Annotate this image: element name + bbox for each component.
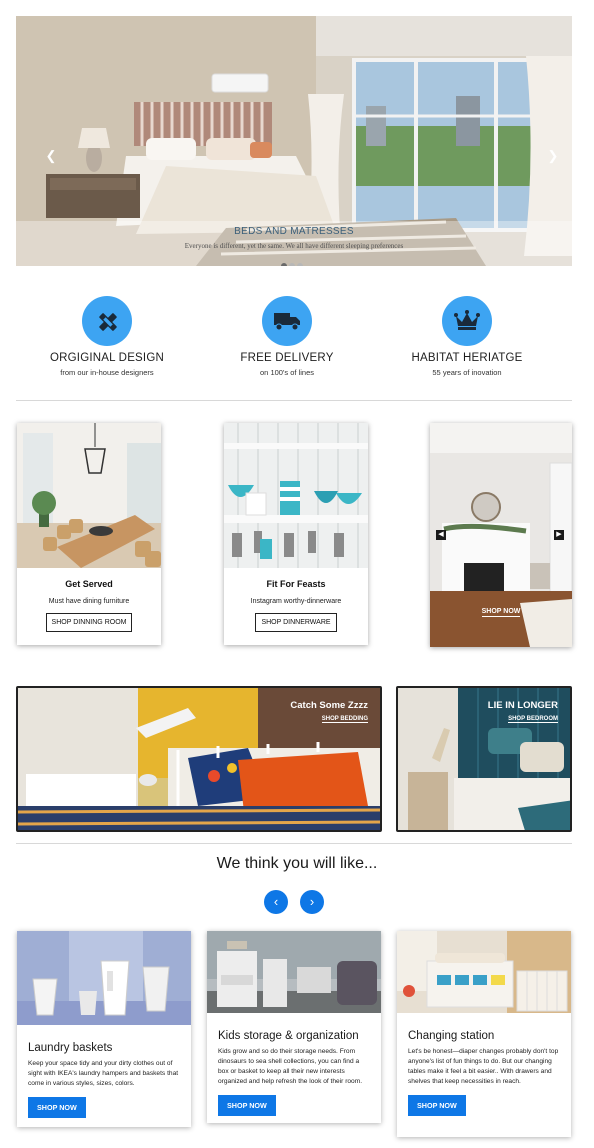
hero-dots [281,263,303,266]
banner-title: Catch Some Zzzz [290,700,368,711]
feature-habitat-heritage: HABITAT HERIATGE 55 years of inovation [377,296,557,377]
rec-card-changing-station: Changing station Let's be honest—diaper … [397,931,571,1137]
hero-dot-3[interactable] [297,263,303,266]
product-card-title: Get Served [65,579,113,589]
product-card-title: Fit For Feasts [266,579,326,589]
product-card-dining: Get Served Must have dining furniture SH… [17,423,161,645]
product-card-subtitle: Must have dining furniture [48,598,130,605]
feature-subtitle: from our in-house designers [60,368,154,377]
rec-card-laundry: Laundry baskets Keep your space tidy and… [17,931,191,1127]
rec-card-description: Kids grow and so do their storage needs.… [218,1048,363,1085]
rec-card-title: Changing station [408,1030,495,1042]
feature-subtitle: on 100's of lines [260,368,314,377]
slider-shop-now: SHOP NOW [430,608,572,617]
shop-now-button[interactable]: SHOP NOW [408,1095,466,1116]
shop-dining-room-button[interactable]: SHOP DINNING ROOM [45,613,133,632]
hero-dot-1[interactable] [281,263,287,266]
laundry-baskets-image [17,931,191,1030]
feature-subtitle: 55 years of inovation [432,368,502,377]
feature-original-design: ORGIGINAL DESIGN from our in-house desig… [17,296,197,377]
shop-bedroom-link[interactable]: SHOP BEDROOM [508,716,558,723]
dinnerware-image [224,423,368,568]
recommended-heading: We think you will like... [216,855,378,872]
shop-now-button[interactable]: SHOP NOW [218,1095,276,1116]
truck-icon [262,296,312,346]
pencil-ruler-icon [82,296,132,346]
rec-card-description: Keep your space tidy and your dirty clot… [28,1060,179,1087]
product-card-subtitle: Instagram worthy-dinnerware [250,598,342,605]
recommended-next-chevron-right-icon[interactable]: › [300,890,324,914]
hero-carousel: ❮ ❯ BEDS AND MATRESSES Everyone is diffe… [16,16,572,266]
rec-card-description: Let's be honest—diaper changes probably … [408,1048,559,1085]
hero-title: BEDS AND MATRESSES [234,226,354,237]
section-divider [16,843,572,844]
hero-dot-2[interactable] [289,263,295,266]
feature-title: ORGIGINAL DESIGN [50,352,164,364]
shop-now-button[interactable]: SHOP NOW [28,1097,86,1118]
slider-prev-arrow-icon[interactable]: ◀ [436,530,446,540]
changing-station-image [397,931,571,1018]
shop-dinnerware-button[interactable]: SHOP DINNERWARE [255,613,337,632]
banner-title: LIE IN LONGER [487,700,558,711]
hero-next-arrow-icon[interactable]: ❯ [546,148,560,164]
rec-card-title: Kids storage & organization [218,1030,359,1042]
recommended-prev-chevron-left-icon[interactable]: ‹ [264,890,288,914]
rec-card-title: Laundry baskets [28,1042,113,1054]
product-card-dinnerware: Fit For Feasts Instagram worthy-dinnerwa… [224,423,368,645]
dining-room-image [17,423,161,568]
living-room-slider: ◀ ▶ SHOP NOW [430,423,572,647]
feature-title: HABITAT HERIATGE [411,352,523,364]
hero-prev-arrow-icon[interactable]: ❮ [44,148,58,164]
feature-title: FREE DELIVERY [240,352,334,364]
shop-now-link[interactable]: SHOP NOW [481,608,521,617]
banner-bedding[interactable]: Catch Some Zzzz SHOP BEDDING [16,686,382,832]
page: ❮ ❯ BEDS AND MATRESSES Everyone is diffe… [0,0,594,1148]
slider-next-arrow-icon[interactable]: ▶ [554,530,564,540]
crown-icon [442,296,492,346]
shop-bedding-link[interactable]: SHOP BEDDING [321,716,368,723]
section-divider [16,400,572,401]
rec-card-kids-storage: Kids storage & organization Kids grow an… [207,931,381,1123]
kids-storage-image [207,931,381,1018]
hero-subtitle: Everyone is different, yet the same. We … [184,242,404,250]
banner-bedroom[interactable]: LIE IN LONGER SHOP BEDROOM [396,686,572,832]
feature-free-delivery: FREE DELIVERY on 100's of lines [197,296,377,377]
